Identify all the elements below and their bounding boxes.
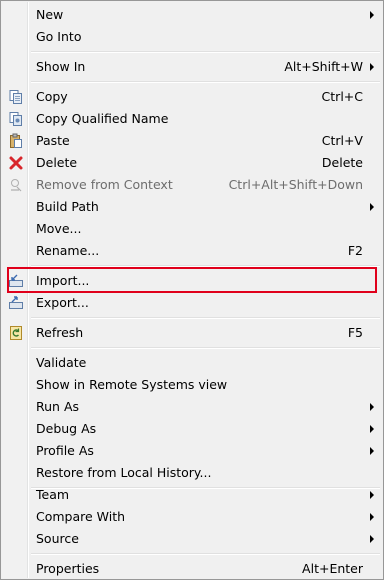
menu-item-delete[interactable]: Delete Delete bbox=[3, 152, 381, 174]
menu-item-export[interactable]: Export... bbox=[3, 292, 381, 314]
menu-item-label: Move... bbox=[36, 221, 82, 236]
menu-item-label: Team bbox=[36, 487, 70, 502]
menu-item-label: Profile As bbox=[36, 443, 94, 458]
menu-item-label: New bbox=[36, 7, 64, 22]
menu-item-new[interactable]: New bbox=[3, 4, 381, 26]
menu-item-show-remote-systems[interactable]: Show in Remote Systems view bbox=[3, 374, 381, 396]
menu-item-source[interactable]: Source bbox=[3, 528, 381, 550]
menu-item-label: Build Path bbox=[36, 199, 99, 214]
menu-item-label: Show in Remote Systems view bbox=[36, 377, 228, 392]
menu-item-label: Validate bbox=[36, 355, 87, 370]
paste-icon bbox=[8, 133, 24, 149]
submenu-arrow-icon bbox=[370, 11, 374, 19]
menu-item-shortcut: Alt+Shift+W bbox=[284, 59, 363, 74]
delete-icon bbox=[8, 155, 24, 171]
submenu-arrow-icon bbox=[370, 425, 374, 433]
menu-item-paste[interactable]: Paste Ctrl+V bbox=[3, 130, 381, 152]
copy-icon bbox=[8, 89, 24, 105]
menu-item-shortcut: Delete bbox=[321, 155, 363, 170]
menu-item-label: Copy Qualified Name bbox=[36, 111, 169, 126]
menu-item-label: Paste bbox=[36, 133, 70, 148]
menu-item-remove-from-context[interactable]: Remove from Context Ctrl+Alt+Shift+Down bbox=[3, 174, 381, 196]
submenu-arrow-icon bbox=[370, 491, 374, 499]
menu-item-shortcut: Ctrl+C bbox=[321, 89, 363, 104]
menu-item-label: Properties bbox=[36, 561, 100, 576]
menu-item-shortcut: F2 bbox=[347, 243, 363, 258]
menu-item-shortcut: F5 bbox=[347, 325, 363, 340]
menu-item-label: Rename... bbox=[36, 243, 100, 258]
menu-separator bbox=[31, 265, 380, 267]
menu-item-label: Refresh bbox=[36, 325, 84, 340]
menu-item-go-into[interactable]: Go Into bbox=[3, 26, 381, 48]
menu-item-compare-with[interactable]: Compare With bbox=[3, 506, 381, 528]
menu-item-label: Debug As bbox=[36, 421, 97, 436]
menu-item-shortcut: Alt+Enter bbox=[302, 561, 363, 576]
menu-item-shortcut: Ctrl+Alt+Shift+Down bbox=[228, 177, 363, 192]
menu-item-build-path[interactable]: Build Path bbox=[3, 196, 381, 218]
menu-item-team[interactable]: Team bbox=[3, 484, 381, 506]
menu-item-label: Show In bbox=[36, 59, 86, 74]
menu-item-debug-as[interactable]: Debug As bbox=[3, 418, 381, 440]
menu-item-run-as[interactable]: Run As bbox=[3, 396, 381, 418]
menu-item-label: Import... bbox=[36, 273, 90, 288]
menu-item-label: Remove from Context bbox=[36, 177, 173, 192]
menu-separator bbox=[31, 81, 380, 83]
menu-item-label: Compare With bbox=[36, 509, 126, 524]
refresh-icon bbox=[8, 325, 24, 341]
context-menu: New Go Into Show In Alt+Shift+W Copy Ctr… bbox=[0, 0, 384, 580]
menu-item-rename[interactable]: Rename... F2 bbox=[3, 240, 381, 262]
copy-qualified-icon bbox=[8, 111, 24, 127]
submenu-arrow-icon bbox=[370, 203, 374, 211]
menu-separator bbox=[31, 347, 380, 349]
submenu-arrow-icon bbox=[370, 447, 374, 455]
submenu-arrow-icon bbox=[370, 513, 374, 521]
menu-item-show-in[interactable]: Show In Alt+Shift+W bbox=[3, 56, 381, 78]
submenu-arrow-icon bbox=[370, 535, 374, 543]
remove-context-icon bbox=[8, 177, 24, 193]
menu-item-label: Copy bbox=[36, 89, 68, 104]
submenu-arrow-icon bbox=[370, 403, 374, 411]
menu-item-properties[interactable]: Properties Alt+Enter bbox=[3, 558, 381, 580]
menu-item-copy-qualified-name[interactable]: Copy Qualified Name bbox=[3, 108, 381, 130]
submenu-arrow-icon bbox=[370, 63, 374, 71]
export-icon bbox=[8, 295, 24, 311]
menu-item-profile-as[interactable]: Profile As bbox=[3, 440, 381, 462]
menu-separator bbox=[31, 51, 380, 53]
menu-separator bbox=[31, 553, 380, 555]
menu-item-label: Export... bbox=[36, 295, 89, 310]
menu-item-shortcut: Ctrl+V bbox=[321, 133, 363, 148]
menu-item-label: Delete bbox=[36, 155, 78, 170]
menu-item-label: Source bbox=[36, 531, 79, 546]
menu-item-label: Run As bbox=[36, 399, 80, 414]
menu-item-copy[interactable]: Copy Ctrl+C bbox=[3, 86, 381, 108]
menu-item-restore-local-history[interactable]: Restore from Local History... bbox=[3, 462, 381, 484]
menu-separator bbox=[31, 317, 380, 319]
menu-item-label: Restore from Local History... bbox=[36, 465, 212, 480]
import-icon bbox=[8, 273, 24, 289]
menu-item-import[interactable]: Import... bbox=[3, 270, 381, 292]
menu-item-move[interactable]: Move... bbox=[3, 218, 381, 240]
menu-item-refresh[interactable]: Refresh F5 bbox=[3, 322, 381, 344]
menu-item-label: Go Into bbox=[36, 29, 82, 44]
menu-item-validate[interactable]: Validate bbox=[3, 352, 381, 374]
